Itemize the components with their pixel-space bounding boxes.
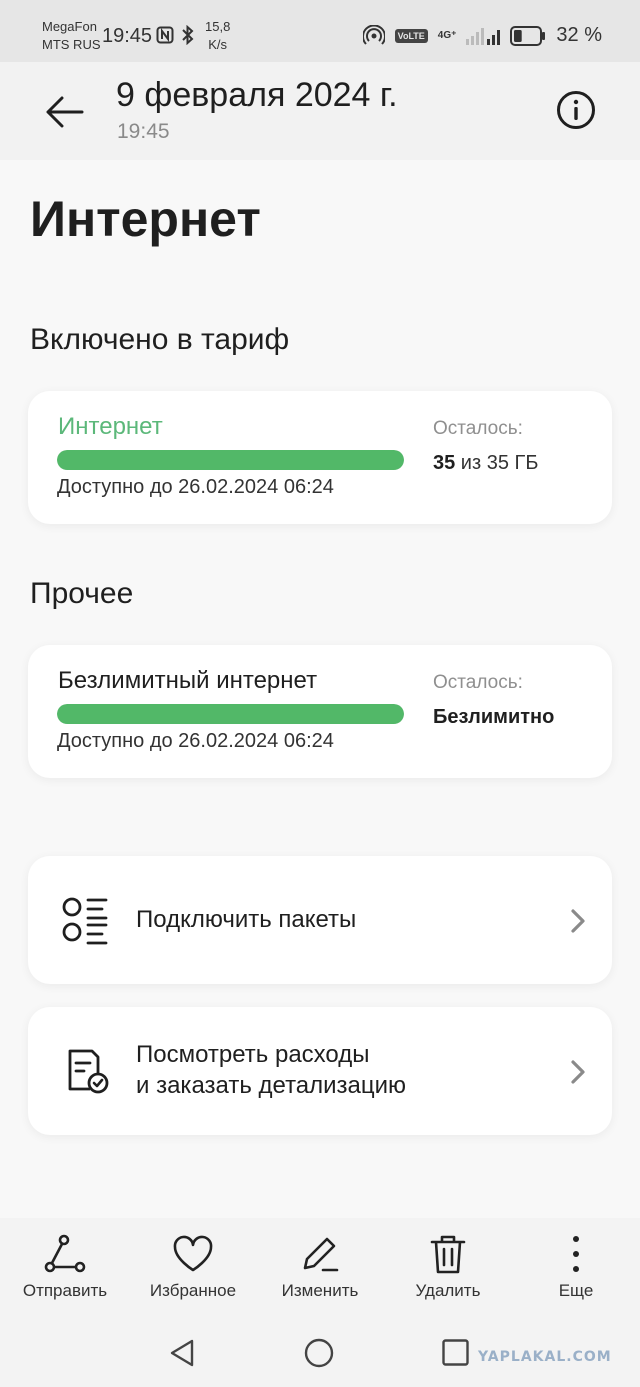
heart-icon bbox=[173, 1235, 213, 1272]
network-speed: 15,8 K/s bbox=[205, 18, 230, 54]
back-button[interactable] bbox=[40, 88, 88, 136]
remaining-label: Осталось: bbox=[433, 672, 523, 693]
view-expenses-label: Посмотреть расходы и заказать детализаци… bbox=[136, 1039, 406, 1101]
share-icon bbox=[44, 1234, 86, 1273]
delete-label: Удалить bbox=[415, 1281, 481, 1300]
delete-button[interactable]: Удалить bbox=[393, 1234, 503, 1301]
status-bar: MegaFon MTS RUS 19:45 15,8 K/s VoLTE 4G⁺ bbox=[0, 0, 640, 62]
send-label: Отправить bbox=[22, 1281, 108, 1300]
battery-icon bbox=[510, 25, 546, 46]
connect-packages-button[interactable]: Подключить пакеты bbox=[28, 856, 612, 984]
watermark: YAPLAKAL.COM bbox=[478, 1349, 612, 1365]
trash-icon bbox=[430, 1235, 466, 1274]
package-card-internet[interactable]: Интернет Доступно до 26.02.2024 06:24 Ос… bbox=[28, 391, 612, 524]
remaining-value: 35 из 35 ГБ bbox=[433, 452, 538, 475]
signal-icon bbox=[466, 27, 501, 45]
connect-packages-label: Подключить пакеты bbox=[136, 906, 357, 933]
section-title-other: Прочее bbox=[30, 577, 134, 610]
more-vertical-icon bbox=[573, 1236, 579, 1272]
carrier-2: MTS RUS bbox=[42, 37, 101, 52]
header-subtitle: 19:45 bbox=[117, 120, 170, 143]
bluetooth-icon bbox=[182, 25, 194, 45]
speed-value: 15,8 bbox=[205, 19, 231, 34]
chevron-right-icon bbox=[571, 1060, 585, 1084]
more-button[interactable]: Еще bbox=[521, 1234, 631, 1301]
view-expenses-line-2: и заказать детализацию bbox=[136, 1072, 407, 1099]
more-label: Еще bbox=[558, 1281, 594, 1300]
header-title: 9 февраля 2024 г. bbox=[116, 76, 398, 114]
app-header: 9 февраля 2024 г. 19:45 bbox=[0, 62, 640, 160]
info-button[interactable] bbox=[552, 86, 600, 134]
remaining-value: Безлимитно bbox=[433, 706, 555, 728]
package-name: Интернет bbox=[58, 413, 163, 440]
bottom-toolbar: Отправить Избранное Изменить Удалить Еще bbox=[0, 1218, 640, 1318]
package-card-unlimited[interactable]: Безлимитный интернет Доступно до 26.02.2… bbox=[28, 645, 612, 778]
page-title: Интернет bbox=[30, 191, 261, 247]
arrow-left-icon bbox=[46, 96, 84, 128]
view-expenses-line-1: Посмотреть расходы bbox=[136, 1041, 370, 1068]
speed-unit: K/s bbox=[208, 37, 228, 52]
nav-home-icon[interactable] bbox=[304, 1338, 334, 1368]
document-check-icon bbox=[68, 1049, 109, 1094]
network-type: 4G⁺ bbox=[437, 30, 457, 41]
status-right: VoLTE 4G⁺ 32 % bbox=[362, 24, 602, 47]
status-time: 19:45 bbox=[102, 25, 153, 47]
nfc-icon bbox=[156, 26, 174, 44]
system-nav-bar: YAPLAKAL.COM bbox=[0, 1318, 640, 1387]
package-progress-bar bbox=[57, 450, 404, 470]
pencil-icon bbox=[303, 1237, 339, 1272]
edit-button[interactable]: Изменить bbox=[265, 1234, 375, 1301]
package-name: Безлимитный интернет bbox=[58, 667, 318, 694]
info-icon bbox=[557, 91, 595, 129]
chevron-right-icon bbox=[571, 909, 585, 933]
progress-fill bbox=[57, 704, 404, 724]
package-available-until: Доступно до 26.02.2024 06:24 bbox=[57, 730, 334, 752]
battery-percent: 32 % bbox=[556, 24, 602, 46]
hotspot-icon bbox=[362, 24, 385, 45]
screen: MegaFon MTS RUS 19:45 15,8 K/s VoLTE 4G⁺ bbox=[0, 0, 640, 1387]
package-available-until: Доступно до 26.02.2024 06:24 bbox=[57, 476, 334, 498]
remaining-total: из 35 ГБ bbox=[455, 452, 539, 474]
content-area: Интернет Включено в тариф Интернет Досту… bbox=[0, 160, 640, 1218]
list-icon bbox=[62, 897, 108, 945]
edit-label: Изменить bbox=[281, 1281, 359, 1300]
carrier-1: MegaFon bbox=[42, 19, 97, 34]
remaining-amount: 35 bbox=[433, 452, 456, 474]
favorite-button[interactable]: Избранное bbox=[138, 1234, 248, 1301]
carriers: MegaFon MTS RUS bbox=[42, 18, 101, 54]
favorite-label: Избранное bbox=[149, 1281, 237, 1300]
view-expenses-button[interactable]: Посмотреть расходы и заказать детализаци… bbox=[28, 1007, 612, 1135]
nav-back-icon[interactable] bbox=[168, 1338, 196, 1368]
section-title-included: Включено в тариф bbox=[30, 323, 290, 356]
package-progress-bar bbox=[57, 704, 404, 724]
nav-recent-icon[interactable] bbox=[442, 1339, 469, 1366]
volte-badge: VoLTE bbox=[394, 28, 428, 43]
remaining-label: Осталось: bbox=[433, 418, 523, 439]
send-button[interactable]: Отправить bbox=[10, 1234, 120, 1301]
progress-fill bbox=[57, 450, 404, 470]
